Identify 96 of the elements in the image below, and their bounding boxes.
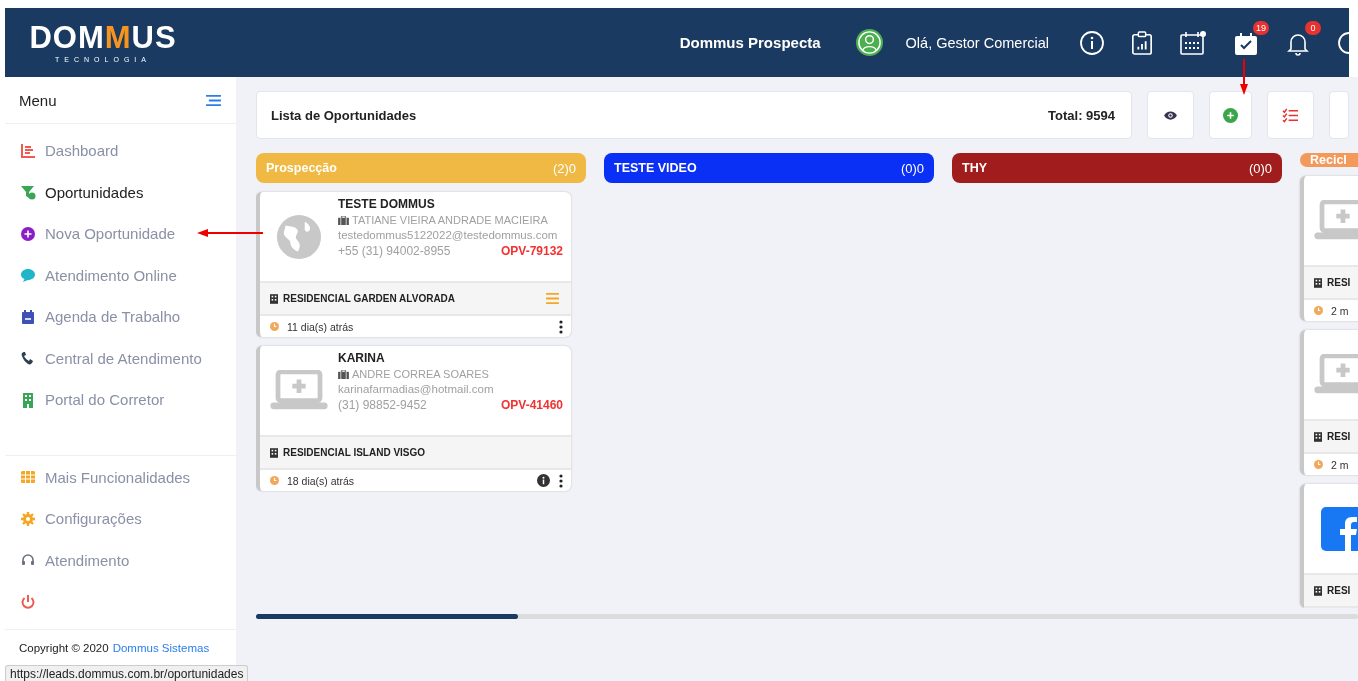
notification-badge: 19 (1253, 20, 1269, 35)
opportunity-card[interactable]: RESI 2 m (1300, 176, 1358, 321)
menu-item[interactable]: Central de Atendimento (5, 337, 236, 379)
chart-icon (20, 142, 36, 159)
chat-icon (20, 267, 36, 284)
plus-icon (20, 225, 36, 242)
broker-name: ANDRE CORREA SOARES (352, 368, 489, 380)
lead-email: testedommus5122022@testedommus.com (338, 229, 559, 241)
opportunity-code: OPV-79132 (500, 244, 563, 258)
column-count: (0)0 (1248, 160, 1272, 176)
plus-icon (1223, 107, 1238, 123)
building-icon (270, 447, 278, 458)
globe-icon (276, 213, 322, 260)
greeting-text: Olá, Gestor Comercial (905, 34, 1049, 51)
menu-item[interactable]: Oportunidades (5, 171, 236, 213)
menu-item[interactable]: Portal do Corretor (5, 379, 236, 421)
power-icon (20, 593, 36, 610)
status-url: https://leads.dommus.com.br/oportunidades (5, 665, 249, 681)
annotation-arrow (197, 228, 263, 238)
opportunity-card[interactable]: RESI (1300, 484, 1358, 608)
scrollbar-thumb[interactable] (256, 614, 518, 619)
lead-phone: +55 (31) 94002-8955 (338, 244, 451, 258)
clock-icon (270, 322, 279, 331)
menu-title: Menu (19, 91, 57, 109)
building-icon (1314, 585, 1322, 596)
menu-item[interactable]: Nova Oportunidade (5, 213, 236, 255)
funnel-icon (20, 184, 36, 201)
development-name: RESI (1327, 431, 1351, 442)
checklist-button[interactable] (1267, 91, 1314, 139)
opportunity-code: OPV-41460 (500, 398, 563, 412)
opportunity-card[interactable]: TESTE DOMMUS TATIANE VIEIRA ANDRADE MACIEIRA testedommus5122022@testedommus.com +55 (31) 94002-8955 OPV-79132 RESIDENCIAL GARDEN ALVORADA 11 dia(s) atrás (256, 192, 571, 337)
clock-icon (1314, 460, 1323, 469)
add-button[interactable] (1209, 91, 1252, 139)
column-count: (2)0 (552, 160, 576, 176)
building-icon (1314, 431, 1322, 442)
building-icon (20, 391, 36, 408)
view-button[interactable] (1147, 91, 1194, 139)
laptop-icon (1314, 353, 1358, 396)
building-icon (1314, 277, 1322, 288)
grid-icon (20, 469, 36, 486)
menu-item[interactable]: Configurações (5, 498, 236, 540)
menu-item[interactable]: Dashboard (5, 130, 236, 172)
menu-item[interactable]: Mais Funcionalidades (5, 456, 236, 498)
annotation-arrow (1239, 59, 1249, 95)
info-icon[interactable] (537, 474, 550, 487)
checklist-icon (1282, 107, 1299, 123)
calendar-icon[interactable] (1179, 29, 1207, 56)
lead-phone: (31) 98852-9452 (338, 398, 427, 412)
list-title: Lista de Oportunidades (271, 107, 417, 123)
more-options-icon[interactable] (559, 473, 563, 488)
notification-badge: 0 (1305, 20, 1321, 35)
briefcase-icon (338, 369, 349, 379)
lead-name: TESTE DOMMUS (338, 197, 436, 211)
development-name: RESIDENCIAL ISLAND VISGO (283, 447, 426, 458)
agenda-icon (20, 308, 36, 325)
phone-icon (20, 350, 36, 367)
development-name: RESIDENCIAL GARDEN ALVORADA (283, 293, 456, 304)
broker-name: TATIANE VIEIRA ANDRADE MACIEIRA (352, 214, 548, 226)
app-name: Dommus Prospecta (679, 34, 821, 51)
elapsed-time: 18 dia(s) atrás (287, 474, 355, 487)
development-name: RESI (1327, 585, 1351, 596)
avatar-icon[interactable] (854, 28, 884, 57)
menu-item[interactable]: Agenda de Trabalho (5, 296, 236, 338)
logo-wordmark: DOMMUS (29, 22, 177, 54)
opportunity-card[interactable]: RESI 2 m (1300, 330, 1358, 475)
total-count: Total: 9594 (1048, 107, 1115, 123)
column-title: THY (962, 161, 987, 175)
menu-item[interactable]: Atendimento (5, 539, 236, 581)
clipboard-chart-icon[interactable] (1131, 29, 1153, 56)
more-options-icon[interactable] (559, 319, 563, 334)
column-title: Prospecção (266, 161, 337, 175)
clock-icon (270, 476, 279, 485)
opportunity-card[interactable]: KARINA ANDRE CORREA SOARES karinafarmadias@hotmail.com (31) 98852-9452 OPV-41460 RESIDENCIAL ISLAND VISGO 18 dia(s) atrás (256, 346, 571, 491)
menu-icon[interactable] (205, 93, 222, 107)
horizontal-scrollbar[interactable] (256, 614, 1358, 619)
briefcase-icon (338, 215, 349, 225)
gear-icon (20, 510, 36, 527)
copyright-text: Copyright © 2020 (19, 641, 109, 654)
info-icon[interactable] (1079, 29, 1105, 56)
development-name: RESI (1327, 277, 1351, 288)
building-icon (270, 293, 278, 304)
eye-icon (1163, 109, 1178, 121)
facebook-icon (1321, 506, 1358, 551)
lead-email: karinafarmadias@hotmail.com (338, 383, 495, 395)
laptop-icon (270, 369, 328, 412)
menu-item[interactable]: Atendimento Online (5, 254, 236, 296)
elapsed-time: 11 dia(s) atrás (287, 320, 354, 333)
lead-name: KARINA (338, 351, 386, 365)
column-count: (0)0 (900, 160, 924, 176)
elapsed-time: 2 m (1331, 304, 1349, 317)
column-title: Recicl (1310, 153, 1347, 167)
company-link[interactable]: Dommus Sistemas (112, 641, 210, 654)
clock-icon (1314, 306, 1323, 315)
laptop-icon (1314, 199, 1358, 242)
column-title: TESTE VIDEO (614, 161, 697, 175)
elapsed-time: 2 m (1331, 458, 1349, 471)
